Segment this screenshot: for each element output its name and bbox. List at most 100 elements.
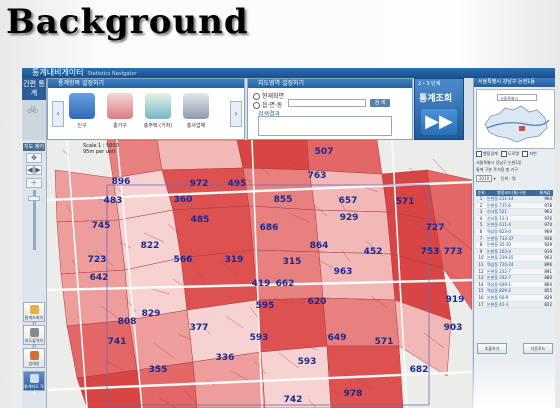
region-cell: 논현동 242-7 <box>486 274 537 282</box>
block-value-label: 727 <box>426 223 445 233</box>
search-button[interactable]: 검 색 <box>370 99 390 107</box>
block-value-label: 742 <box>284 395 303 405</box>
census-block[interactable] <box>172 205 254 259</box>
option-current-view[interactable]: 현재화면 <box>253 91 284 100</box>
next-arrow-button[interactable]: › <box>230 101 242 127</box>
create-map-button[interactable]: 통계지도 작성 <box>23 371 45 395</box>
table-row[interactable]: 8 논현동 35-10 929 <box>476 241 553 249</box>
table-row[interactable]: 7 논현동 733-37 936 <box>476 235 553 243</box>
category-label: 인구 <box>77 123 87 129</box>
year-select[interactable]: 2010 <box>476 175 493 182</box>
checkbox-icon[interactable] <box>476 151 482 157</box>
dong-input[interactable] <box>288 99 366 107</box>
block-value-label: 808 <box>118 317 137 327</box>
census-block[interactable] <box>306 140 383 175</box>
block-value-label: 336 <box>216 353 235 363</box>
zoom-handle[interactable] <box>28 196 40 201</box>
category-label: 총사업체 <box>186 123 206 129</box>
table-row[interactable]: 2 논현동 715-6 978 <box>476 202 553 210</box>
census-block[interactable] <box>66 319 138 379</box>
side-button-label: 범례창 <box>28 361 40 366</box>
left-arrow-icon[interactable]: ◀ <box>26 165 34 175</box>
block-value-label: 822 <box>141 241 160 251</box>
category-population[interactable]: 인구 <box>66 93 98 135</box>
table-row[interactable]: 9 논현동 163-4 919 <box>476 248 553 256</box>
chevron-down-icon[interactable]: ▾ <box>493 176 495 181</box>
block-value-label: 829 <box>142 309 161 319</box>
region-cell: 논현동 41-1 <box>486 301 537 309</box>
table-row[interactable]: 12 논현동 232-7 891 <box>476 268 553 276</box>
print-map-button[interactable]: 지도출력하기 <box>23 325 45 349</box>
map-control-label: 지도 제어 <box>23 143 45 151</box>
table-row[interactable]: 13 논현동 242-7 880 <box>476 274 553 282</box>
simple-stats-logo[interactable]: 간편 통계 <box>22 78 46 100</box>
radio-icon <box>253 93 260 100</box>
table-row[interactable]: 15 역삼동 829-2 855 <box>476 287 553 295</box>
block-value-label: 595 <box>256 301 275 311</box>
map-area-panel-title: 지도영역 설정하기 <box>248 79 412 88</box>
block-value-label: 972 <box>190 179 209 189</box>
result-panel-title: 서울특별시 강남구 논현1동 <box>474 78 555 87</box>
layer-checkboxes: 행정경계 도로명 지번 <box>476 151 537 157</box>
brand-subtitle: Statistics Navigator <box>87 71 137 77</box>
checkbox-icon[interactable] <box>522 151 529 157</box>
slide-title: Background <box>6 2 249 42</box>
search-result-list[interactable] <box>258 116 392 136</box>
census-block[interactable] <box>236 140 310 171</box>
choropleth-map[interactable]: 507 896 972 495 763 483 360 855 657 571 485 686 929 7… <box>47 140 472 408</box>
scale-bar: Scale 1 : 5000 95m per unit <box>83 143 119 155</box>
rank-cell: 7 <box>476 235 486 243</box>
block-value-label: 483 <box>104 196 123 206</box>
rank-cell: 5 <box>476 221 486 229</box>
table-row[interactable]: 17 논현동 41-1 822 <box>476 301 553 309</box>
legend-button[interactable]: 범례창 <box>23 348 45 368</box>
table-row[interactable]: 4 신사동 11-1 976 <box>476 215 553 223</box>
block-value-label: 642 <box>90 273 109 283</box>
table-row[interactable]: 16 논현동 60-9 829 <box>476 294 553 302</box>
rank-cell: 8 <box>476 241 486 249</box>
stat-item-panel: 통계항목 설정하기 ‹ 인구 총가구 총주택 (거처) 총사업체 › <box>47 78 245 140</box>
category-housing[interactable]: 총주택 (거처) <box>142 93 174 135</box>
table-row[interactable]: 6 역삼동 823-4 969 <box>476 228 553 236</box>
statistics-navigator-window: 통계내비게이터 Statistics Navigator 간편 통계 🚲 통계항목… <box>22 68 555 408</box>
category-business[interactable]: 총사업체 <box>180 93 212 135</box>
legend-icon <box>30 351 39 360</box>
table-row[interactable]: 14 역삼동 649-1 864 <box>476 281 553 289</box>
block-value-label: 452 <box>364 247 383 257</box>
stats-query-button[interactable]: ▶▶ <box>421 109 457 135</box>
right-arrow-icon[interactable]: ▶ <box>34 165 42 175</box>
office-icon <box>183 93 209 119</box>
table-row[interactable]: 10 논현동 239-15 903 <box>476 254 553 262</box>
map-canvas[interactable]: 507 896 972 495 763 483 360 855 657 571 485 686 929 7… <box>47 140 472 408</box>
extract-button[interactable]: 추출하기 <box>477 343 507 354</box>
block-value-label: 485 <box>191 215 210 225</box>
block-value-label: 896 <box>112 177 131 187</box>
option-label: 현재화면 <box>262 93 285 100</box>
value-cell: 903 <box>537 254 553 262</box>
stats-query-side-button[interactable]: 통계조회하기 <box>23 302 45 326</box>
table-row[interactable]: 3 신사동 521 963 <box>476 208 553 216</box>
table-row[interactable]: 5 논현동 611-4 970 <box>476 221 553 229</box>
step-label: 2 › 3 단계 <box>418 81 441 87</box>
census-block[interactable] <box>318 251 396 301</box>
census-block[interactable] <box>128 309 194 371</box>
zoom-in-icon[interactable]: ＋ <box>26 178 42 188</box>
value-cell: 936 <box>537 235 553 243</box>
block-value-label: 963 <box>334 267 353 277</box>
bike-icon[interactable]: 🚲 <box>27 104 41 114</box>
table-row[interactable]: 11 역삼동 720-24 896 <box>476 261 553 269</box>
prev-arrow-button[interactable]: ‹ <box>52 101 64 127</box>
category-label: 총주택 (거처) <box>143 123 173 129</box>
block-value-label: 723 <box>88 255 107 265</box>
radio-icon <box>253 102 260 109</box>
checkbox-icon[interactable] <box>501 151 508 157</box>
census-block[interactable] <box>156 140 244 171</box>
value-cell: 829 <box>537 294 553 302</box>
category-households[interactable]: 총가구 <box>104 93 136 135</box>
download-button[interactable]: 다운로드 <box>523 343 553 354</box>
pan-icon[interactable]: ✥ <box>26 153 42 163</box>
option-dong[interactable]: 읍·면·동 <box>253 100 282 109</box>
check-label: 지번 <box>529 151 537 156</box>
printer-icon <box>30 328 39 337</box>
overview-map[interactable]: 서울특별시 <box>476 89 555 149</box>
